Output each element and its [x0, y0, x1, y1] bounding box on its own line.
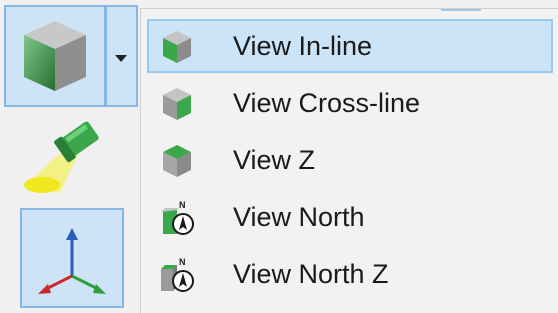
spotlight-icon	[24, 121, 99, 193]
menu-item-label: View In-line	[233, 31, 373, 61]
menu-item-view-crossline[interactable]: View Cross-line	[147, 76, 553, 130]
app-root: View In-line View Cross-line View Z N Vi…	[0, 0, 558, 313]
menu-item-label: View Cross-line	[233, 88, 421, 118]
menu-item-view-north-z[interactable]: N View North Z	[147, 247, 553, 301]
menu-item-label: View North Z	[233, 259, 389, 289]
view-toolbar	[0, 0, 140, 313]
dropdown-arrow-icon	[115, 55, 127, 62]
svg-text:N: N	[179, 200, 186, 210]
xyz-axes-icon	[38, 228, 106, 294]
cube-crossline-icon	[163, 88, 191, 120]
menu-top-divider	[441, 9, 481, 11]
view-dropdown-menu: View In-line View Cross-line View Z N Vi…	[140, 8, 558, 313]
axes-toggle-button[interactable]	[20, 208, 124, 308]
svg-text:N: N	[179, 257, 186, 267]
cube-view-icon	[24, 21, 86, 91]
menu-item-view-z[interactable]: View Z	[147, 133, 553, 187]
view-dropdown-button[interactable]	[106, 5, 138, 107]
cube-z-icon	[163, 145, 191, 177]
north-z-compass-icon: N	[161, 257, 194, 292]
menu-item-label: View Z	[233, 145, 316, 175]
menu-item-label: View North	[233, 202, 365, 232]
north-compass-icon: N	[161, 200, 194, 235]
menu-item-view-north[interactable]: N View North	[147, 190, 553, 244]
menu-item-view-inline[interactable]: View In-line	[147, 19, 553, 73]
cube-inline-icon	[163, 31, 191, 63]
view-orientation-button[interactable]	[4, 5, 106, 107]
light-toggle-button[interactable]	[20, 115, 120, 200]
